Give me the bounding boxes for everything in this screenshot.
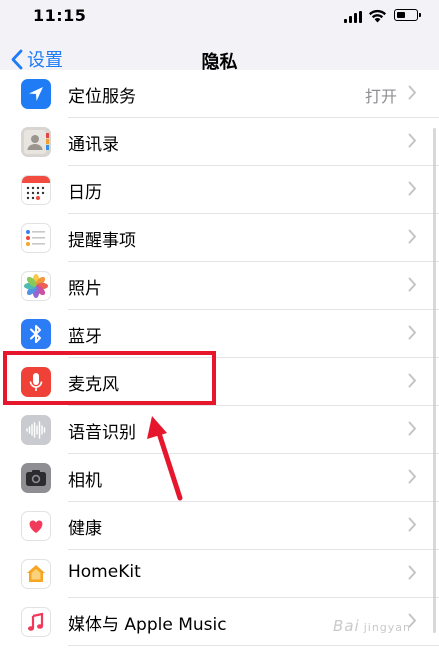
row-label: 相机: [68, 471, 102, 491]
music-note-icon: [21, 607, 51, 637]
cellular-signal-icon: [344, 11, 362, 23]
row-camera[interactable]: 相机: [0, 454, 439, 502]
row-health[interactable]: 健康: [0, 502, 439, 550]
status-bar: 11:15: [0, 0, 439, 34]
row-label: 蓝牙: [68, 327, 102, 347]
watermark: Bai jingyan: [333, 617, 411, 635]
heart-icon: [21, 511, 51, 541]
chevron-right-icon: [408, 373, 416, 388]
scrollbar[interactable]: [433, 128, 436, 633]
chevron-right-icon: [408, 469, 416, 484]
wifi-icon: [369, 9, 386, 23]
photos-icon: [21, 271, 51, 301]
separator: [68, 645, 439, 646]
row-value: 打开: [364, 87, 397, 106]
row-photos[interactable]: 照片: [0, 262, 439, 310]
location-icon: [21, 79, 51, 109]
row-reminders[interactable]: 提醒事项: [0, 214, 439, 262]
chevron-right-icon: [408, 181, 416, 196]
battery-icon: [394, 9, 421, 21]
row-label: 日历: [68, 183, 102, 203]
highlight-box: [3, 351, 216, 405]
row-label: 媒体与 Apple Music: [68, 615, 227, 635]
chevron-right-icon: [408, 85, 416, 100]
row-speech[interactable]: 语音识别: [0, 406, 439, 454]
chevron-right-icon: [408, 277, 416, 292]
chevron-right-icon: [408, 133, 416, 148]
row-label: 提醒事项: [68, 231, 136, 251]
camera-icon: [21, 463, 51, 493]
chevron-right-icon: [408, 517, 416, 532]
row-label: 定位服务: [68, 87, 136, 107]
watermark-text: Bai: [333, 617, 360, 635]
home-icon: [21, 559, 51, 589]
reminders-icon: [21, 223, 51, 253]
row-label: 通讯录: [68, 135, 119, 155]
row-label: 健康: [68, 519, 102, 539]
row-calendar[interactable]: 日历: [0, 166, 439, 214]
pointer-arrow-icon: [147, 416, 183, 501]
chevron-right-icon: [408, 421, 416, 436]
row-label: HomeKit: [68, 562, 141, 582]
row-label: 照片: [68, 279, 102, 299]
row-homekit[interactable]: HomeKit: [0, 550, 439, 598]
contacts-icon: [21, 127, 51, 157]
chevron-right-icon: [408, 229, 416, 244]
row-label: 语音识别: [68, 423, 136, 443]
waveform-icon: [21, 415, 51, 445]
status-time: 11:15: [33, 6, 87, 25]
bluetooth-icon: [21, 319, 51, 349]
chevron-right-icon: [408, 565, 416, 580]
row-location[interactable]: 定位服务 打开: [0, 70, 439, 118]
watermark-suffix: jingyan: [363, 621, 411, 634]
chevron-right-icon: [408, 325, 416, 340]
row-contacts[interactable]: 通讯录: [0, 118, 439, 166]
calendar-icon: [21, 175, 51, 205]
